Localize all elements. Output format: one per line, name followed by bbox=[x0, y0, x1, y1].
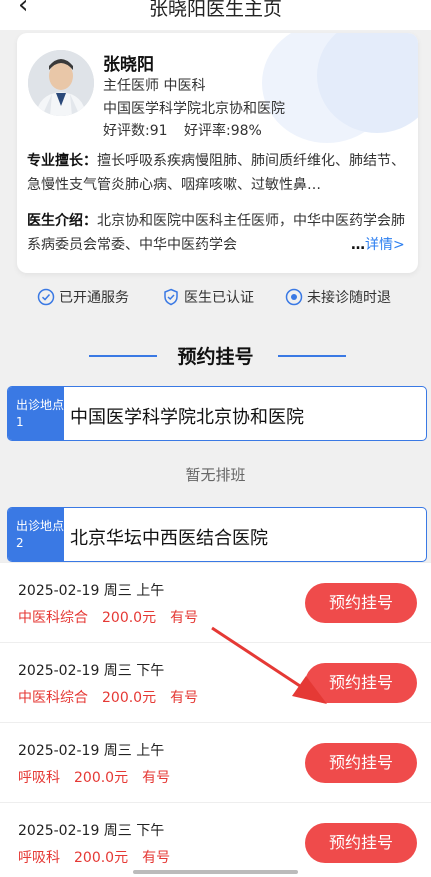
doctor-name: 张晓阳 bbox=[103, 55, 154, 75]
good-rating: 好评率:98% bbox=[183, 123, 262, 139]
slot-info: 中医科综合 200.0元 有号 bbox=[18, 607, 212, 627]
specialty-label: 专业擅长： bbox=[27, 153, 97, 169]
slot-status: 有号 bbox=[170, 610, 199, 626]
doctor-stats: 好评数:91 好评率:98% bbox=[103, 120, 262, 140]
badge-label: 医生已认证 bbox=[184, 290, 254, 306]
details-link-label[interactable]: 详情> bbox=[365, 237, 405, 253]
nav-bar: ‹ 张晓阳医生主页 bbox=[0, 0, 431, 30]
slot-date: 2025-02-19 周三 上午 bbox=[18, 743, 165, 759]
check-circle-icon bbox=[37, 288, 55, 306]
slot-dept: 呼吸科 bbox=[18, 850, 60, 866]
slot-price: 200.0元 bbox=[74, 850, 129, 866]
slot-price: 200.0元 bbox=[74, 770, 129, 786]
divider bbox=[278, 355, 346, 357]
specialty-text: 专业擅长：擅长呼吸系疾病慢阻肺、肺间质纤维化、肺结节、急慢性支气管炎肺心病、咽痒… bbox=[27, 149, 407, 197]
book-button[interactable]: 预约挂号 bbox=[305, 743, 417, 783]
badge-service-open: 已开通服务 bbox=[37, 287, 129, 307]
location-name: 北京华坛中西医结合医院 bbox=[70, 528, 268, 549]
location-name: 中国医学科学院北京协和医院 bbox=[70, 407, 304, 428]
slot-status: 有号 bbox=[142, 850, 171, 866]
details-link[interactable]: …详情> bbox=[345, 233, 405, 257]
slot-status: 有号 bbox=[170, 690, 199, 706]
schedule-row: 2025-02-19 周三 下午 中医科综合 200.0元 有号 预约挂号 bbox=[0, 642, 431, 722]
slot-dept: 中医科综合 bbox=[18, 690, 88, 706]
slot-status: 有号 bbox=[142, 770, 171, 786]
section-title: 预约挂号 bbox=[177, 346, 254, 368]
schedule-list: 2025-02-19 周三 上午 中医科综合 200.0元 有号 预约挂号 2025… bbox=[0, 562, 431, 877]
slot-info: 呼吸科 200.0元 有号 bbox=[18, 767, 184, 787]
schedule-row: 2025-02-19 周三 下午 呼吸科 200.0元 有号 预约挂号 bbox=[0, 802, 431, 877]
slot-date: 2025-02-19 周三 下午 bbox=[18, 823, 165, 839]
slot-price: 200.0元 bbox=[102, 610, 157, 626]
slot-info: 呼吸科 200.0元 有号 bbox=[18, 847, 184, 867]
schedule-row: 2025-02-19 周三 上午 呼吸科 200.0元 有号 预约挂号 bbox=[0, 722, 431, 802]
location-tag: 出诊地点2 bbox=[8, 508, 64, 561]
refund-icon bbox=[285, 288, 303, 306]
slot-date: 2025-02-19 周三 上午 bbox=[18, 583, 165, 599]
home-indicator bbox=[133, 870, 298, 874]
doctor-hospital: 中国医学科学院北京协和医院 bbox=[103, 101, 285, 117]
location-card-1[interactable]: 出诊地点1 中国医学科学院北京协和医院 bbox=[7, 386, 427, 441]
schedule-row: 2025-02-19 周三 上午 中医科综合 200.0元 有号 预约挂号 bbox=[0, 562, 431, 642]
intro-label: 医生介绍： bbox=[27, 213, 97, 229]
page-title: 张晓阳医生主页 bbox=[148, 0, 282, 20]
location-card-2[interactable]: 出诊地点2 北京华坛中西医结合医院 bbox=[7, 507, 427, 562]
slot-date: 2025-02-19 周三 下午 bbox=[18, 663, 165, 679]
slot-price: 200.0元 bbox=[102, 690, 157, 706]
book-button[interactable]: 预约挂号 bbox=[305, 823, 417, 863]
badge-doctor-verified: 医生已认证 bbox=[162, 287, 254, 307]
slot-dept: 中医科综合 bbox=[18, 610, 88, 626]
review-count: 好评数:91 bbox=[103, 123, 168, 139]
location-tag: 出诊地点1 bbox=[8, 387, 64, 440]
doctor-profile-card: 张晓阳 主任医师 中医科 中国医学科学院北京协和医院 好评数:91 好评率:98… bbox=[17, 33, 418, 273]
appointment-section-header: 预约挂号 bbox=[0, 340, 431, 370]
shield-check-icon bbox=[164, 288, 178, 306]
book-button[interactable]: 预约挂号 bbox=[305, 663, 417, 703]
doctor-home-page: ‹ 张晓阳医生主页 张晓阳 主任医师 中医科 中国医学科学院北京协和医院 好评数… bbox=[0, 0, 431, 877]
doctor-avatar bbox=[28, 50, 94, 116]
badge-refund: 未接诊随时退 bbox=[285, 287, 391, 307]
badge-label: 未接诊随时退 bbox=[307, 290, 391, 306]
no-schedule-text: 暂无排班 bbox=[185, 466, 246, 484]
service-badges: 已开通服务 医生已认证 未接诊随时退 bbox=[0, 287, 431, 311]
slot-info: 中医科综合 200.0元 有号 bbox=[18, 687, 212, 707]
slot-dept: 呼吸科 bbox=[18, 770, 60, 786]
ellipsis: … bbox=[351, 237, 365, 253]
book-button[interactable]: 预约挂号 bbox=[305, 583, 417, 623]
doctor-title: 主任医师 中医科 bbox=[103, 78, 206, 94]
badge-label: 已开通服务 bbox=[59, 290, 129, 306]
